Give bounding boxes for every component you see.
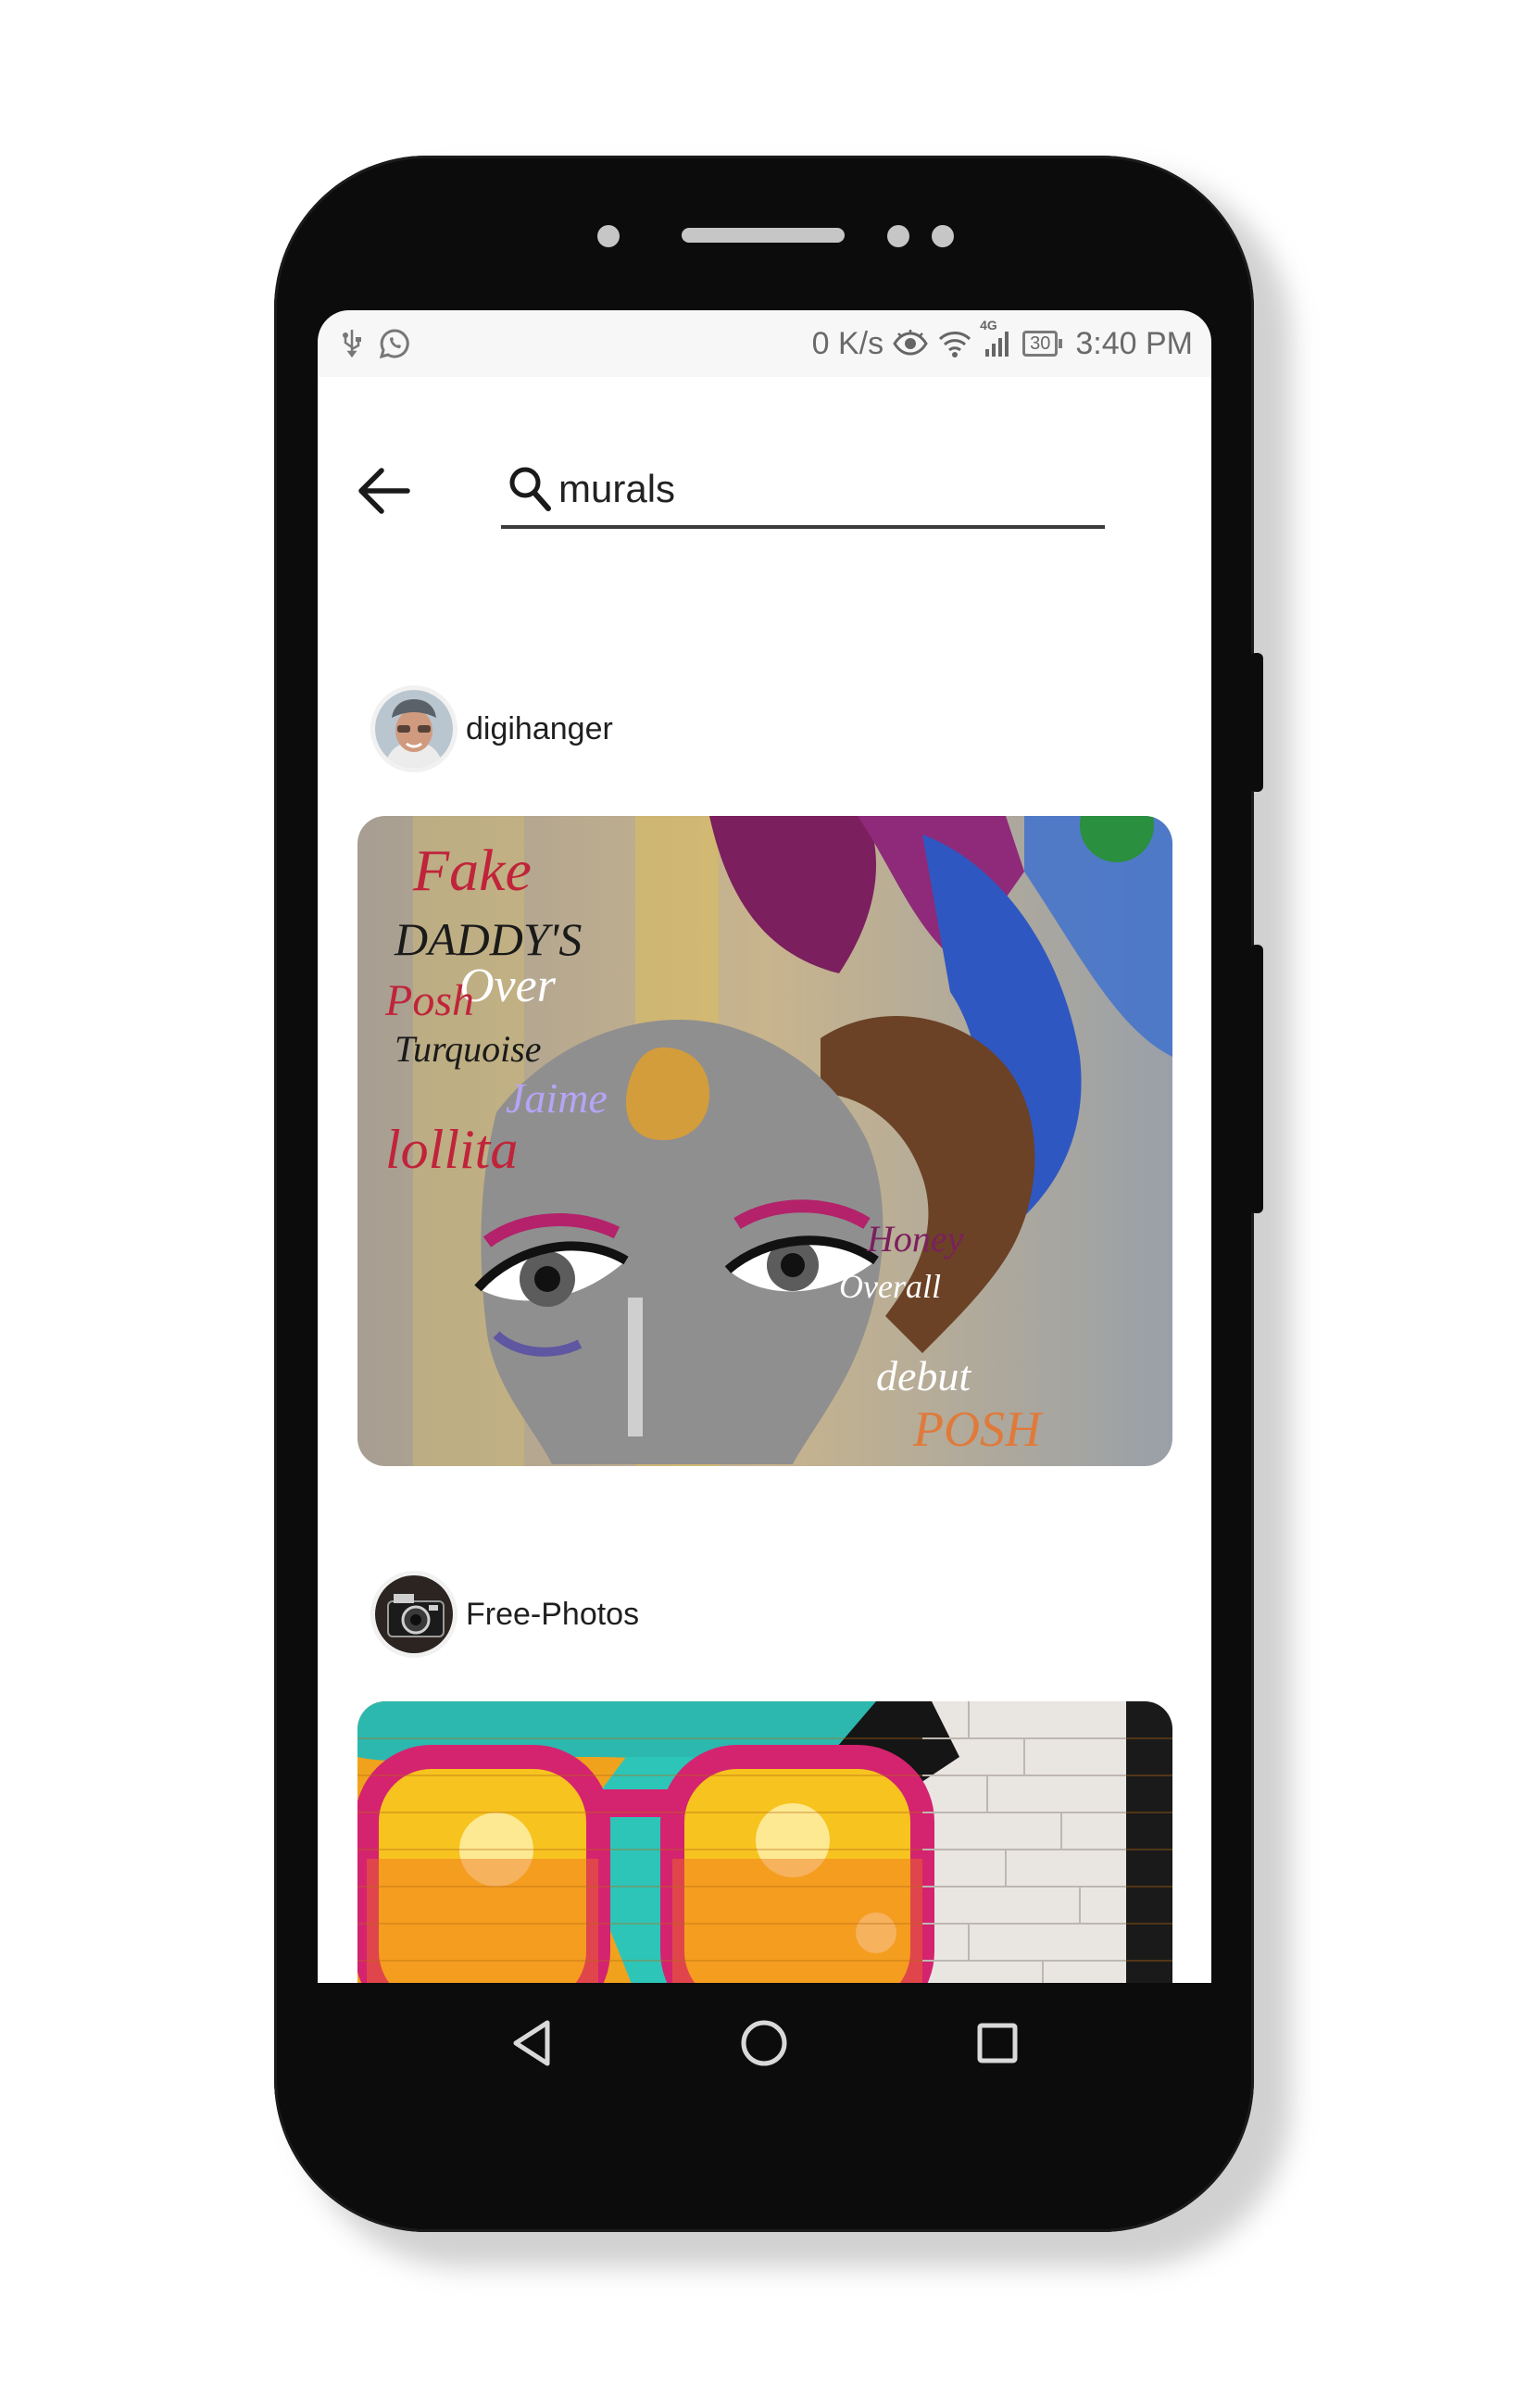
- nav-back-button[interactable]: [499, 2011, 564, 2076]
- post-image[interactable]: [357, 1701, 1172, 1983]
- svg-text:Fake: Fake: [412, 837, 532, 903]
- status-time: 3:40 PM: [1075, 325, 1193, 361]
- battery-tip: [1059, 339, 1063, 348]
- svg-text:Overall: Overall: [839, 1268, 941, 1305]
- usb-icon: [342, 328, 362, 359]
- battery-level: 30: [1022, 331, 1059, 357]
- post-image[interactable]: Fake DADDY'S Over Posh Turquoise Jaime l…: [357, 816, 1172, 1466]
- svg-text:DADDY'S: DADDY'S: [394, 913, 582, 965]
- svg-text:Posh: Posh: [384, 976, 474, 1025]
- square-recents-icon: [977, 2023, 1018, 2063]
- screen: 0 K/s 4G 30 3:40 PM murals digihanger Fa…: [318, 310, 1211, 1983]
- post-header[interactable]: digihanger: [375, 684, 613, 773]
- eye-icon: [893, 330, 928, 357]
- battery-icon: 30: [1022, 331, 1063, 357]
- svg-text:POSH: POSH: [912, 1401, 1044, 1457]
- back-button[interactable]: [353, 460, 414, 521]
- svg-text:debut: debut: [876, 1352, 971, 1399]
- front-sensor: [597, 225, 620, 247]
- svg-text:Turquoise: Turquoise: [395, 1028, 542, 1070]
- post-header[interactable]: Free-Photos: [375, 1570, 639, 1659]
- search-icon: [505, 464, 555, 514]
- search-bar[interactable]: [501, 453, 1105, 529]
- svg-text:Honey: Honey: [866, 1218, 964, 1260]
- wifi-icon: [937, 329, 972, 358]
- camera-avatar[interactable]: [375, 1575, 453, 1653]
- search-input[interactable]: [558, 467, 1077, 511]
- front-camera: [887, 225, 909, 247]
- status-right: 0 K/s 4G 30 3:40 PM: [811, 318, 1211, 362]
- nav-recents-button[interactable]: [965, 2011, 1030, 2076]
- earpiece-speaker: [682, 228, 845, 243]
- triangle-back-icon: [513, 2020, 550, 2066]
- status-left: [318, 328, 410, 359]
- volume-button: [1250, 653, 1263, 792]
- svg-text:lollita: lollita: [385, 1119, 518, 1180]
- whatsapp-icon: [379, 328, 410, 359]
- back-arrow-icon: [358, 468, 410, 514]
- power-button: [1250, 945, 1263, 1213]
- username[interactable]: Free-Photos: [466, 1597, 639, 1633]
- search-results-screen: digihanger: [318, 377, 1211, 1983]
- svg-text:Jaime: Jaime: [506, 1074, 608, 1122]
- status-bar: 0 K/s 4G 30 3:40 PM: [318, 310, 1211, 377]
- username[interactable]: digihanger: [466, 711, 613, 747]
- android-nav-bar: [318, 1983, 1211, 2103]
- net-speed: 0 K/s: [811, 325, 884, 361]
- signal-icon: 4G: [980, 318, 1013, 358]
- front-sensor-2: [932, 225, 954, 247]
- signal-badge: 4G: [980, 318, 997, 332]
- user-avatar[interactable]: [375, 690, 453, 768]
- circle-home-icon: [741, 2020, 787, 2066]
- nav-home-button[interactable]: [732, 2011, 796, 2076]
